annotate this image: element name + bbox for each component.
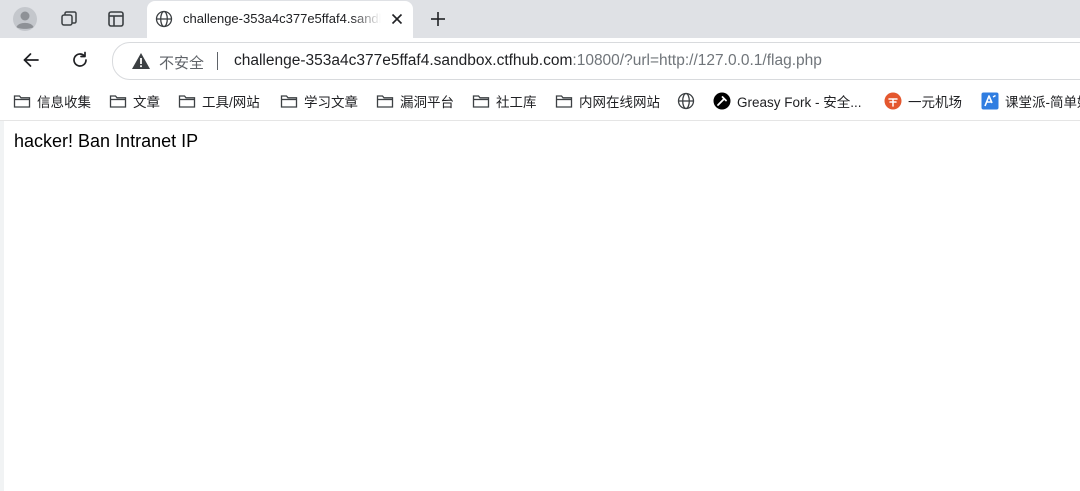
reload-icon[interactable] [66,46,94,74]
bookmark-label: 信息收集 [37,95,91,110]
bookmark-label: 课堂派-简单好 [1005,95,1080,110]
bookmark-globe[interactable] [677,91,701,111]
bookmark-label: 漏洞平台 [400,95,454,110]
folder-icon [472,92,490,110]
plus-icon[interactable] [424,5,452,33]
bookmark-folder-articles[interactable]: 文章 [109,91,160,111]
folder-icon [376,92,394,110]
folder-icon [109,92,127,110]
bookmark-label: 学习文章 [304,95,358,110]
tab-title: challenge-353a4c377e5ffaf4.sandbox.ctfhu… [183,11,381,26]
page-content: hacker! Ban Intranet IP [0,121,1080,491]
back-arrow-icon[interactable] [17,46,45,74]
globe-icon [677,92,695,110]
folder-icon [555,92,573,110]
bookmark-greasy-fork[interactable]: Greasy Fork - 安全... [713,91,862,111]
bookmark-folder-tools[interactable]: 工具/网站 [178,91,260,111]
profile-icon[interactable] [11,5,39,33]
bookmark-label: 文章 [133,95,160,110]
bookmark-folder-intranet-sites[interactable]: 内网在线网站 [555,91,660,111]
bookmark-ketangpai[interactable]: 课堂派-简单好 [981,91,1080,111]
bookmark-label: 社工库 [496,95,537,110]
folder-icon [13,92,31,110]
warning-icon[interactable] [131,52,151,70]
bookmark-folder-vuln-platforms[interactable]: 漏洞平台 [376,91,454,111]
bookmark-label: 一元机场 [908,95,962,110]
bookmark-label: 工具/网站 [202,95,260,110]
page-edge [0,121,4,491]
globe-icon [155,10,173,28]
tab-active[interactable]: challenge-353a4c377e5ffaf4.sandbox.ctfhu… [147,1,413,38]
browser-window: challenge-353a4c377e5ffaf4.sandbox.ctfhu… [0,0,1080,491]
address-separator [217,52,218,70]
folder-icon [280,92,298,110]
close-icon[interactable] [387,9,407,29]
airport-icon [884,92,902,110]
url-text[interactable]: challenge-353a4c377e5ffaf4.sandbox.ctfhu… [234,52,822,70]
page-message: hacker! Ban Intranet IP [14,131,199,151]
greasyfork-icon [713,92,731,110]
ketangpai-icon [981,92,999,110]
workspaces-icon[interactable] [55,5,83,33]
bookmark-yiyuan-jichang[interactable]: 一元机场 [884,91,962,111]
url-host: challenge-353a4c377e5ffaf4.sandbox.ctfhu… [234,52,573,69]
tab-actions-icon[interactable] [102,5,130,33]
bookmark-folder-study[interactable]: 学习文章 [280,91,358,111]
url-path: :10800/?url=http://127.0.0.1/flag.php [572,52,822,69]
bookmarks-bar: 信息收集 文章 工具/网站 学习文章 漏洞平台 社工库 内网在线网站 Greas… [0,82,1080,121]
bookmark-label: 内网在线网站 [579,95,660,110]
bookmark-folder-info-gathering[interactable]: 信息收集 [13,91,91,111]
tab-strip: challenge-353a4c377e5ffaf4.sandbox.ctfhu… [0,0,1080,38]
bookmark-label: Greasy Fork - 安全... [737,95,862,110]
folder-icon [178,92,196,110]
address-bar[interactable]: 不安全 challenge-353a4c377e5ffaf4.sandbox.c… [112,42,1080,80]
toolbar: 不安全 challenge-353a4c377e5ffaf4.sandbox.c… [0,38,1080,82]
bookmark-folder-social-db[interactable]: 社工库 [472,91,537,111]
security-label[interactable]: 不安全 [159,52,204,73]
